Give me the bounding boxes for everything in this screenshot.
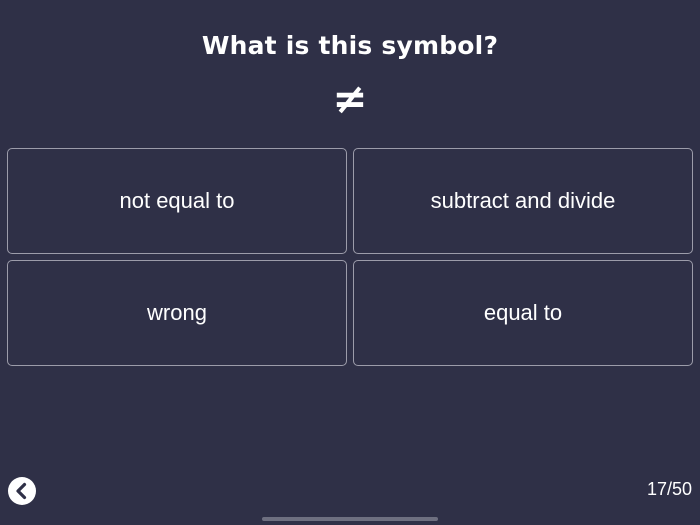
chevron-left-icon (16, 482, 27, 500)
answer-option-equal-to[interactable]: equal to (353, 260, 693, 366)
back-button[interactable] (8, 477, 36, 505)
answer-option-subtract-and-divide[interactable]: subtract and divide (353, 148, 693, 254)
answer-option-not-equal-to[interactable]: not equal to (7, 148, 347, 254)
question-symbol: ≠ (332, 74, 368, 123)
answer-option-wrong[interactable]: wrong (7, 260, 347, 366)
question-title: What is this symbol? (201, 31, 499, 60)
progress-counter: 17/50 (646, 479, 692, 499)
home-indicator[interactable] (262, 517, 438, 521)
